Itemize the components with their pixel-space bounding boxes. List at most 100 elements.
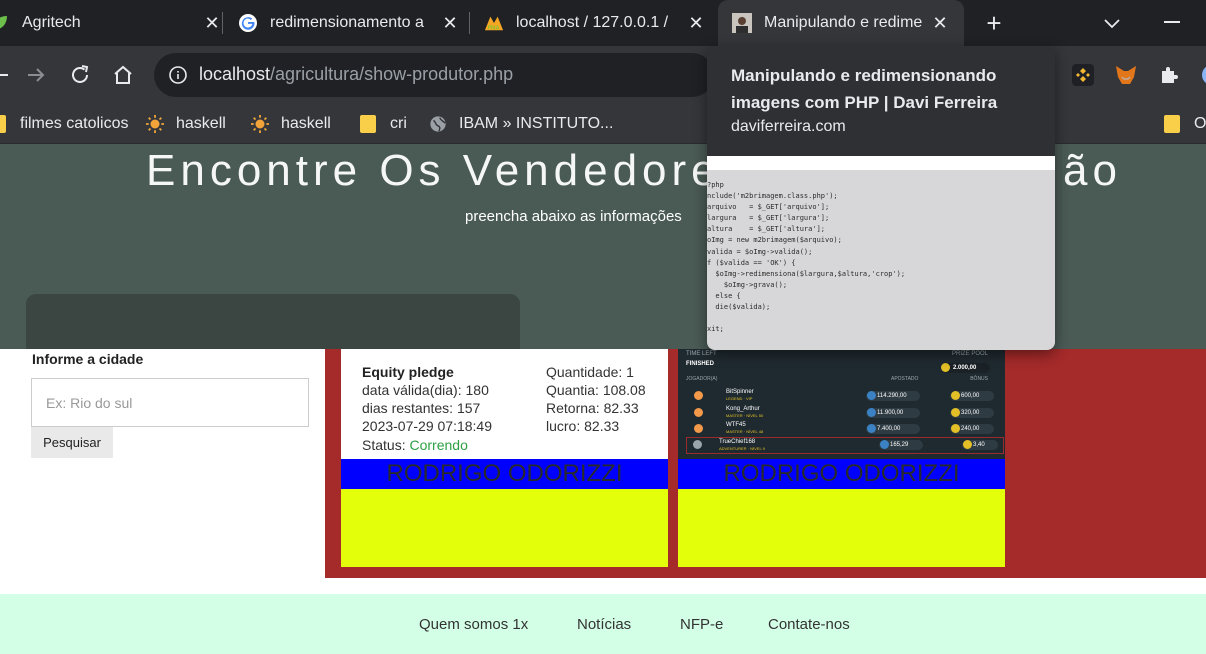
tab-strip: Agritech ✕ redimensionamento a ✕ PMA loc… xyxy=(0,0,1206,46)
home-icon[interactable] xyxy=(111,63,135,87)
tab-google[interactable]: redimensionamento a ✕ xyxy=(238,0,460,46)
hero-subtitle: preencha abaixo as informações xyxy=(465,208,682,225)
bookmark-haskell-2[interactable]: haskell xyxy=(251,112,331,136)
folder-icon xyxy=(1164,115,1180,133)
tab-agritech[interactable]: Agritech ✕ xyxy=(0,0,222,46)
hover-card-domain: daviferreira.com xyxy=(731,118,846,135)
hero-title: Encontre Os Vendedore xyxy=(146,146,721,195)
equity-line: Quantidade: 1 xyxy=(546,364,634,380)
tab-separator xyxy=(222,12,223,34)
code-line: xit; xyxy=(707,325,724,334)
svg-text:PMA: PMA xyxy=(488,25,500,31)
code-line: valida = $oImg->valida(); xyxy=(707,247,813,256)
avatar-icon xyxy=(732,13,752,33)
minimize-icon[interactable] xyxy=(1164,21,1180,23)
phpmyadmin-icon: PMA xyxy=(484,16,504,31)
sun-icon xyxy=(146,115,164,133)
chevron-down-icon[interactable] xyxy=(1101,12,1123,34)
card-footer xyxy=(678,489,1005,567)
close-icon[interactable]: ✕ xyxy=(686,13,706,34)
globe-icon xyxy=(430,116,446,132)
sun-icon xyxy=(251,115,269,133)
bookmark-label: haskell xyxy=(281,115,331,132)
code-line: else { xyxy=(707,291,741,300)
city-label: Informe a cidade xyxy=(32,351,144,367)
info-icon[interactable] xyxy=(168,65,188,85)
leaf-icon xyxy=(0,16,7,29)
game-row: WTF45 MASTER · NÍVEL 48 7.400,00 240,00 xyxy=(686,422,996,436)
game-columns: JOGADOR(A) APOSTADO BÔNUS xyxy=(686,376,988,382)
code-preview: ?php nclude('m2brimagem.class.php'); arqui… xyxy=(707,180,905,335)
code-line: die($valida); xyxy=(707,303,771,312)
city-search-input[interactable] xyxy=(31,378,309,427)
tab-phpmyadmin[interactable]: PMA localhost / 127.0.0.1 / ✕ xyxy=(484,0,706,46)
code-line: ?php xyxy=(707,181,724,189)
equity-line: 2023-07-29 07:18:49 xyxy=(362,418,492,434)
url-path: /agricultura/show-produtor.php xyxy=(270,64,514,84)
bookmark-haskell[interactable]: haskell xyxy=(146,112,226,136)
bookmark-label: filmes catolicos xyxy=(20,115,129,132)
equity-line: lucro: 82.33 xyxy=(546,418,620,434)
game-row: Kong_Arthur MASTER · NÍVEL 50 11.900,00 … xyxy=(686,406,996,420)
new-tab-button[interactable]: + xyxy=(982,9,1006,37)
binance-extension-icon[interactable] xyxy=(1071,63,1095,87)
tab-hover-card: Manipulando e redimensionando imagens co… xyxy=(707,46,1055,350)
bookmark-other[interactable]: O xyxy=(1164,112,1206,136)
seller-card[interactable]: TIME LEFT PRIZE POOL FINISHED 2.000,00 J… xyxy=(678,349,1005,567)
bookmark-label: haskell xyxy=(176,115,226,132)
preview-top-strip xyxy=(707,156,1055,170)
bookmark-label: O xyxy=(1194,115,1206,132)
close-icon[interactable]: ✕ xyxy=(440,13,460,34)
equity-line: dias restantes: 157 xyxy=(362,400,481,416)
close-icon[interactable]: ✕ xyxy=(930,13,950,34)
bookmark-filmes-catolicos[interactable]: filmes catolicos xyxy=(0,112,128,136)
tab-title: Manipulando e redime xyxy=(764,14,923,31)
tab-title: localhost / 127.0.0.1 / xyxy=(516,14,669,31)
profile-icon[interactable] xyxy=(1200,63,1206,87)
game-row: BitSpinner LEGEND · VIP 114.290,00 600,0… xyxy=(686,389,996,403)
close-icon[interactable]: ✕ xyxy=(202,13,222,34)
code-line: arquivo = $_GET['arquivo']; xyxy=(707,203,830,212)
hero-title-tail: ão xyxy=(1063,146,1122,195)
code-line: largura = $_GET['largura']; xyxy=(707,214,830,223)
equity-line: Quantia: 108.08 xyxy=(546,382,646,398)
seller-name: RODRIGO ODORIZZI xyxy=(678,459,1005,489)
tab-separator xyxy=(469,12,470,34)
address-bar[interactable]: localhost/agricultura/show-produtor.php xyxy=(154,53,714,97)
google-icon xyxy=(239,14,257,32)
code-line: altura = $_GET['altura']; xyxy=(707,225,826,234)
hover-card-header: Manipulando e redimensionando imagens co… xyxy=(707,46,1055,156)
card-image-game: TIME LEFT PRIZE POOL FINISHED 2.000,00 J… xyxy=(678,349,1005,459)
status-badge: Correndo xyxy=(409,437,468,453)
bookmark-ibam[interactable]: IBAM » INSTITUTO... xyxy=(429,112,613,136)
forward-icon[interactable] xyxy=(24,63,48,87)
equity-title: Equity pledge xyxy=(362,364,454,380)
footer-link-quem-somos[interactable]: Quem somos 1x xyxy=(419,616,528,633)
tab-title: redimensionamento a xyxy=(270,14,424,31)
game-status: FINISHED 2.000,00 xyxy=(686,361,996,375)
card-image-equity: Equity pledge data válida(dia): 180 dias… xyxy=(341,349,668,459)
seller-name: RODRIGO ODORIZZI xyxy=(341,459,668,489)
url-host: localhost xyxy=(199,64,271,84)
hero-background-laptop xyxy=(26,294,520,349)
code-line: f ($valida == 'OK') { xyxy=(707,258,796,267)
back-icon[interactable] xyxy=(0,63,12,87)
seller-card[interactable]: Equity pledge data válida(dia): 180 dias… xyxy=(341,349,668,567)
hover-card-title: Manipulando e redimensionando imagens co… xyxy=(731,66,998,112)
bookmark-cri[interactable]: cri xyxy=(360,112,407,136)
tab-manipulando[interactable]: Manipulando e redime ✕ xyxy=(718,0,964,46)
footer-nav: Quem somos 1x Notícias NFP-e Contate-nos xyxy=(0,594,1206,654)
folder-icon xyxy=(360,115,376,133)
footer-link-noticias[interactable]: Notícias xyxy=(577,616,631,633)
search-button[interactable]: Pesquisar xyxy=(31,427,113,458)
reload-icon[interactable] xyxy=(68,63,92,87)
bookmark-label: cri xyxy=(390,115,407,132)
extensions-puzzle-icon[interactable] xyxy=(1157,63,1181,87)
url-text: localhost/agricultura/show-produtor.php xyxy=(199,64,513,85)
footer-link-contate-nos[interactable]: Contate-nos xyxy=(768,616,850,633)
footer-link-nfp-e[interactable]: NFP-e xyxy=(680,616,723,633)
code-line: $oImg->grava(); xyxy=(707,280,788,289)
game-row-highlight: TrueChief168 ADVENTURER · NÍVEL 9 165,29… xyxy=(686,437,1004,454)
metamask-extension-icon[interactable] xyxy=(1114,63,1138,87)
